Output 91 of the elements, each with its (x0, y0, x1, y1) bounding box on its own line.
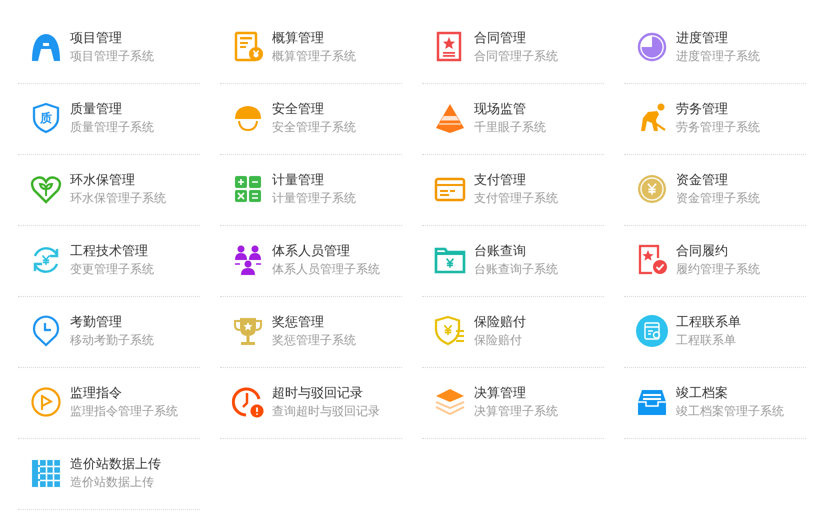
module-subtitle: 监理指令管理子系统 (70, 403, 178, 420)
module-item[interactable]: 保险赔付 保险赔付 (422, 297, 604, 368)
module-subtitle: 保险赔付 (474, 332, 523, 349)
module-title: 安全管理 (272, 100, 325, 118)
module-title: 概算管理 (272, 29, 325, 47)
module-subtitle: 移动考勤子系统 (70, 332, 154, 349)
module-item[interactable]: 考勤管理 移动考勤子系统 (18, 297, 200, 368)
module-subtitle: 决算管理子系统 (474, 403, 558, 420)
module-title: 超时与驳回记录 (272, 384, 364, 402)
module-item[interactable]: 工程联系单 工程联系单 (624, 297, 806, 368)
layers-icon (434, 386, 466, 418)
module-item[interactable]: 劳务管理 劳务管理子系统 (624, 84, 806, 155)
module-title: 劳务管理 (676, 100, 729, 118)
module-title: 合同履约 (676, 242, 729, 260)
module-subtitle: 台账查询子系统 (474, 261, 558, 278)
module-item[interactable]: 安全管理 安全管理子系统 (220, 84, 402, 155)
module-item[interactable]: 合同管理 合同管理子系统 (422, 13, 604, 84)
module-item[interactable]: 体系人员管理 体系人员管理子系统 (220, 226, 402, 297)
shield-yen-icon (434, 315, 466, 347)
module-title: 环水保管理 (70, 171, 136, 189)
module-subtitle: 支付管理子系统 (474, 190, 558, 207)
module-item[interactable]: 造价站数据上传 造价站数据上传 (18, 439, 200, 510)
module-title: 台账查询 (474, 242, 527, 260)
module-title: 造价站数据上传 (70, 455, 161, 473)
module-subtitle: 资金管理子系统 (676, 190, 760, 207)
module-item[interactable]: 决算管理 决算管理子系统 (422, 368, 604, 439)
module-title: 支付管理 (474, 171, 527, 189)
module-item[interactable]: 监理指令 监理指令管理子系统 (18, 368, 200, 439)
module-item[interactable]: 计量管理 计量管理子系统 (220, 155, 402, 226)
module-title: 决算管理 (474, 384, 527, 402)
module-title: 进度管理 (676, 29, 729, 47)
module-subtitle: 查询超时与驳回记录 (272, 403, 380, 420)
module-subtitle: 工程联系单 (676, 332, 737, 349)
module-item[interactable]: 支付管理 支付管理子系统 (422, 155, 604, 226)
grid-icon (30, 457, 62, 489)
certificate-check-icon (636, 244, 668, 276)
module-item[interactable]: 项目管理 项目管理子系统 (18, 13, 200, 84)
module-subtitle: 概算管理子系统 (272, 48, 356, 65)
module-title: 工程技术管理 (70, 242, 149, 260)
module-title: 资金管理 (676, 171, 729, 189)
module-subtitle: 进度管理子系统 (676, 48, 760, 65)
module-title: 现场监管 (474, 100, 527, 118)
people-group-icon (232, 244, 264, 276)
module-title: 监理指令 (70, 384, 123, 402)
module-title: 奖惩管理 (272, 313, 325, 331)
module-item[interactable]: 现场监管 千里眼子系统 (422, 84, 604, 155)
module-title: 体系人员管理 (272, 242, 351, 260)
module-title: 计量管理 (272, 171, 325, 189)
module-item[interactable]: 竣工档案 竣工档案管理子系统 (624, 368, 806, 439)
module-item[interactable]: 资金管理 资金管理子系统 (624, 155, 806, 226)
clock-pin-icon (30, 315, 62, 347)
play-circle-icon (30, 386, 62, 418)
module-item[interactable]: 奖惩管理 奖惩管理子系统 (220, 297, 402, 368)
cone-icon (434, 102, 466, 134)
module-subtitle: 竣工档案管理子系统 (676, 403, 784, 420)
module-subtitle: 合同管理子系统 (474, 48, 558, 65)
module-item[interactable]: 质 质量管理 质量管理子系统 (18, 84, 200, 155)
module-item[interactable]: 合同履约 履约管理子系统 (624, 226, 806, 297)
module-title: 竣工档案 (676, 384, 729, 402)
module-subtitle: 体系人员管理子系统 (272, 261, 380, 278)
module-subtitle: 计量管理子系统 (272, 190, 356, 207)
module-subtitle: 奖惩管理子系统 (272, 332, 356, 349)
module-subtitle: 千里眼子系统 (474, 119, 546, 136)
memo-icon (636, 315, 668, 347)
module-title: 保险赔付 (474, 313, 526, 331)
module-item[interactable]: 进度管理 进度管理子系统 (624, 13, 806, 84)
module-item[interactable]: 环水保管理 环水保管理子系统 (18, 155, 200, 226)
module-title: 合同管理 (474, 29, 527, 47)
document-yen-icon (232, 31, 264, 63)
module-subtitle: 安全管理子系统 (272, 119, 356, 136)
module-item[interactable]: 超时与驳回记录 查询超时与驳回记录 (220, 368, 402, 439)
module-item[interactable]: 台账查询 台账查询子系统 (422, 226, 604, 297)
module-title: 项目管理 (70, 29, 123, 47)
module-subtitle: 项目管理子系统 (70, 48, 154, 65)
module-title: 工程联系单 (676, 313, 741, 331)
module-subtitle: 造价站数据上传 (70, 474, 155, 491)
shield-icon: 质 (30, 102, 62, 134)
module-subtitle: 环水保管理子系统 (70, 190, 166, 207)
yen-coin-icon (636, 173, 668, 205)
module-item[interactable]: 概算管理 概算管理子系统 (220, 13, 402, 84)
module-title: 质量管理 (70, 100, 123, 118)
trophy-icon (232, 315, 264, 347)
module-item[interactable]: 工程技术管理 变更管理子系统 (18, 226, 200, 297)
pie-chart-icon (636, 31, 668, 63)
module-subtitle: 变更管理子系统 (70, 261, 154, 278)
module-subtitle: 劳务管理子系统 (676, 119, 760, 136)
module-subtitle: 质量管理子系统 (70, 119, 154, 136)
calculator-icon (232, 173, 264, 205)
module-subtitle: 履约管理子系统 (676, 261, 760, 278)
clock-alert-icon (232, 386, 264, 418)
module-title: 考勤管理 (70, 313, 123, 331)
